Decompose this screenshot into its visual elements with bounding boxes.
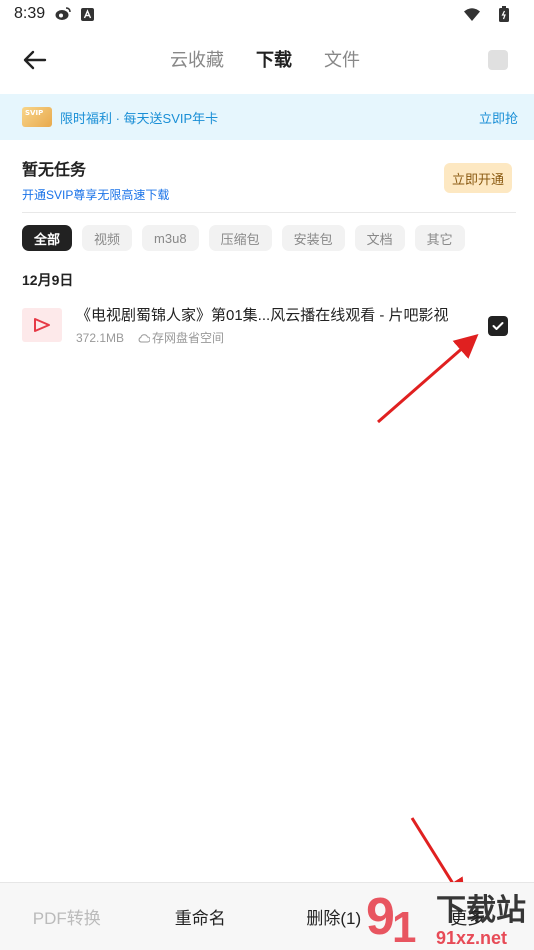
battery-icon xyxy=(496,6,512,22)
filter-all[interactable]: 全部 xyxy=(22,225,73,251)
back-button[interactable] xyxy=(20,46,50,74)
app-a-icon xyxy=(79,6,95,22)
date-group-header: 12月9日 xyxy=(22,272,74,288)
watermark-text-top: 下载站 xyxy=(436,893,526,928)
watermark-text-bottom: 91xz.net xyxy=(436,928,507,948)
filter-installer[interactable]: 安装包 xyxy=(281,225,345,251)
file-size: 372.1MB xyxy=(76,330,125,345)
task-status-title: 暂无任务 xyxy=(22,162,87,179)
promo-claim-button[interactable]: 立即抢 xyxy=(479,108,518,127)
file-meta: 372.1MB 存网盘省空间 xyxy=(76,329,224,346)
filter-other[interactable]: 其它 xyxy=(414,225,465,251)
annotation-arrows xyxy=(377,334,479,904)
save-to-cloud-label: 存网盘省空间 xyxy=(152,331,225,345)
promo-text: 限时福利 · 每天送SVIP年卡 xyxy=(60,110,219,126)
filter-document[interactable]: 文档 xyxy=(354,225,405,251)
select-all-checkbox[interactable] xyxy=(488,50,508,70)
weibo-icon xyxy=(55,6,71,22)
file-checkbox[interactable] xyxy=(488,316,508,336)
status-bar: 8:39 xyxy=(0,0,534,28)
tab-files[interactable]: 文件 xyxy=(324,46,360,72)
filter-video[interactable]: 视频 xyxy=(82,225,133,251)
pdf-convert-button[interactable]: PDF转换 xyxy=(0,904,134,929)
filter-archive[interactable]: 压缩包 xyxy=(208,225,272,251)
back-arrow-icon xyxy=(23,50,47,70)
filter-chips: 全部 视频 m3u8 压缩包 安装包 文档 其它 xyxy=(22,225,465,251)
svip-upsell-link[interactable]: 开通SVIP尊享无限高速下载 xyxy=(22,186,516,203)
video-file-icon xyxy=(22,308,62,342)
filter-m3u8[interactable]: m3u8 xyxy=(142,225,199,251)
status-time: 8:39 xyxy=(14,5,46,22)
svg-text:1: 1 xyxy=(392,903,416,950)
rename-button[interactable]: 重命名 xyxy=(134,904,268,929)
top-navigation: 云收藏 下载 文件 xyxy=(0,36,534,84)
tab-bar: 云收藏 下载 文件 xyxy=(170,46,360,72)
annotation-arrow-checkbox xyxy=(377,334,479,424)
tab-downloads[interactable]: 下载 xyxy=(256,46,292,72)
task-status-section: 暂无任务 开通SVIP尊享无限高速下载 立即开通 xyxy=(22,156,516,212)
tab-cloud-favorites[interactable]: 云收藏 xyxy=(170,46,224,72)
wifi-icon xyxy=(464,6,480,22)
open-svip-button[interactable]: 立即开通 xyxy=(444,163,512,193)
file-name: 《电视剧蜀锦人家》第01集...风云播在线观看 - 片吧影视 xyxy=(76,307,449,324)
list-item[interactable]: 《电视剧蜀锦人家》第01集...风云播在线观看 - 片吧影视 372.1MB 存… xyxy=(22,302,516,350)
svip-card-icon: SVIP xyxy=(22,107,52,127)
site-watermark-logo: 9 1 下载站 91xz.net xyxy=(366,888,526,950)
divider xyxy=(22,212,516,213)
save-to-cloud-hint[interactable]: 存网盘省空间 xyxy=(138,329,224,346)
watermark-digits: 9 xyxy=(366,888,395,946)
cloud-icon xyxy=(138,333,151,342)
check-icon xyxy=(492,322,504,330)
promo-banner[interactable]: SVIP 限时福利 · 每天送SVIP年卡 立即抢 xyxy=(0,94,534,140)
status-right-icons xyxy=(464,6,520,22)
